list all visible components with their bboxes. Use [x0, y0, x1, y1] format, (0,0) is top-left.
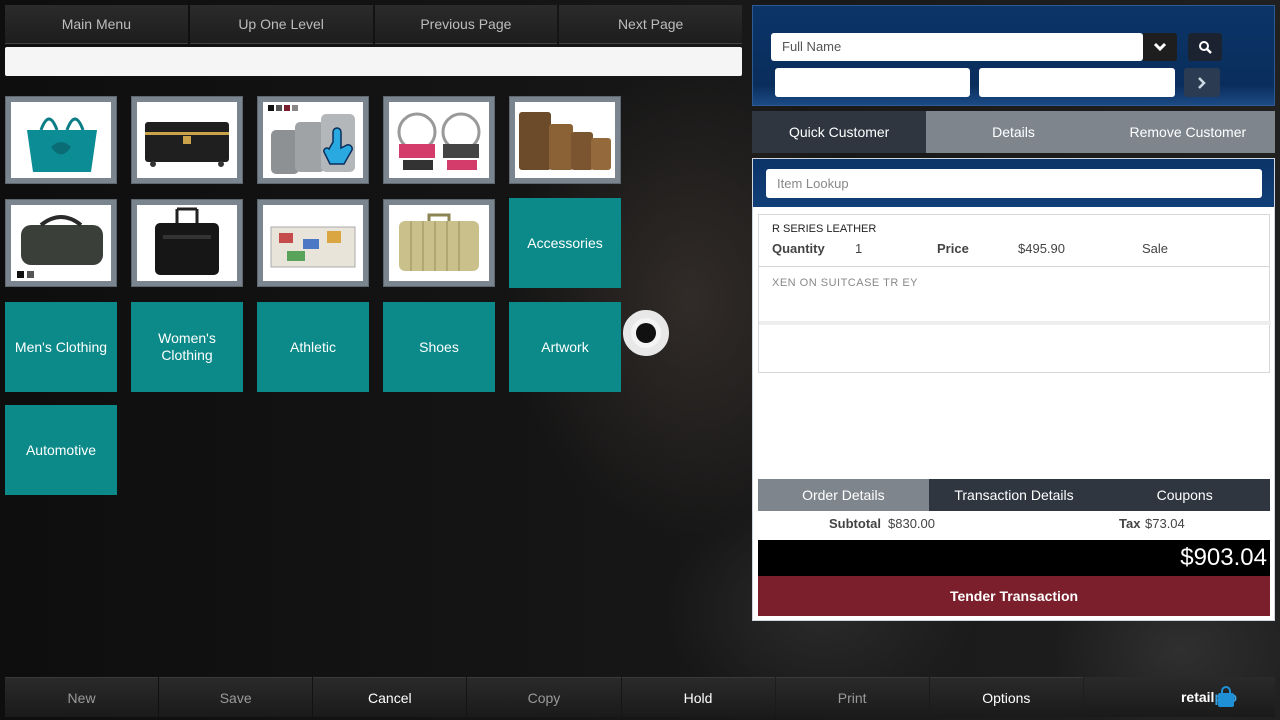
customer-search-field[interactable]: Full Name: [771, 33, 1143, 61]
customer-first-field[interactable]: [775, 68, 970, 97]
price-value: $495.90: [1018, 241, 1065, 256]
black-trunk-image: [137, 102, 237, 178]
product-tile-rolling-briefcase[interactable]: [131, 199, 243, 287]
gold-suitcase-image: [389, 205, 489, 281]
options-button[interactable]: Options: [929, 677, 1083, 717]
product-tile-brown-luggage-set[interactable]: [509, 96, 621, 184]
quantity-label: Quantity: [772, 241, 825, 256]
customer-next-button[interactable]: [1184, 68, 1220, 97]
totals-row: Subtotal $830.00 Tax $73.04: [753, 516, 1274, 536]
travel-trunk-image: [263, 205, 363, 281]
line-item[interactable]: R SERIES LEATHER Quantity 1 Price $495.9…: [758, 214, 1270, 267]
tax-value: $73.04: [1145, 516, 1185, 531]
silver-luggage-set-image: [263, 102, 363, 178]
product-tile-gold-suitcase[interactable]: [383, 199, 495, 287]
line-item[interactable]: XEN ON SUITCASE TR EY: [758, 267, 1271, 373]
transaction-panel: Item Lookup R SERIES LEATHER Quantity 1 …: [752, 158, 1275, 621]
tab-order-details[interactable]: Order Details: [758, 479, 929, 511]
copy-button[interactable]: Copy: [467, 677, 621, 717]
item-lookup-bar: Item Lookup: [753, 159, 1274, 207]
previous-page-button[interactable]: Previous Page: [374, 5, 558, 44]
brown-luggage-set-image: [515, 102, 615, 178]
customer-last-field[interactable]: [979, 68, 1175, 97]
customer-tabs: Quick Customer Details Remove Customer: [752, 111, 1275, 153]
product-tile-cable-locks[interactable]: [383, 96, 495, 184]
category-artwork[interactable]: Artwork: [509, 302, 621, 392]
bottom-toolbar: New Save Cancel Copy Hold Print Options …: [5, 677, 1275, 717]
tab-coupons[interactable]: Coupons: [1099, 479, 1271, 511]
chevron-down-icon: [1153, 42, 1167, 52]
print-button[interactable]: Print: [775, 677, 929, 717]
cable-locks-image: [389, 102, 489, 178]
line-type: Sale: [1142, 241, 1169, 256]
top-navigation: Main Menu Up One Level Previous Page Nex…: [5, 5, 742, 44]
save-button[interactable]: Save: [159, 677, 313, 717]
subtotal-label: Subtotal: [829, 516, 881, 531]
category-athletic[interactable]: Athletic: [257, 302, 369, 392]
tab-remove-customer[interactable]: Remove Customer: [1100, 111, 1275, 153]
customer-search-button[interactable]: [1188, 33, 1222, 61]
shopping-bag-icon: [1218, 686, 1234, 707]
tab-quick-customer[interactable]: Quick Customer: [752, 111, 927, 153]
new-button[interactable]: New: [5, 677, 159, 717]
search-field-dropdown-button[interactable]: [1143, 33, 1177, 61]
item-lookup-input[interactable]: Item Lookup: [766, 169, 1262, 198]
retailpro-logo: retailpro: [1083, 677, 1275, 717]
tax-label: Tax: [1119, 516, 1141, 531]
product-tile-duffel-bag[interactable]: [5, 199, 117, 287]
price-label: Price: [937, 241, 969, 256]
search-icon: [1199, 41, 1212, 54]
category-accessories[interactable]: Accessories: [509, 198, 621, 288]
grand-total: $903.04: [758, 540, 1270, 576]
main-menu-button[interactable]: Main Menu: [5, 5, 188, 44]
line-item-name: XEN ON SUITCASE TR EY: [772, 277, 918, 289]
duffel-bag-image: [11, 205, 111, 281]
cancel-button[interactable]: Cancel: [313, 677, 467, 717]
category-automotive[interactable]: Automotive: [5, 405, 117, 495]
line-item-divider: [759, 321, 1271, 325]
line-item-name: R SERIES LEATHER: [772, 223, 877, 235]
product-tile-travel-trunk[interactable]: [257, 199, 369, 287]
breadcrumb-bar: [5, 47, 742, 76]
rolling-briefcase-image: [137, 205, 237, 281]
order-tabs: Order Details Transaction Details Coupon…: [758, 479, 1271, 511]
chevron-right-icon: [1198, 76, 1206, 89]
category-shoes[interactable]: Shoes: [383, 302, 495, 392]
quantity-value: 1: [855, 241, 863, 256]
category-womens-clothing[interactable]: Women's Clothing: [131, 302, 243, 392]
customer-search-panel: Full Name: [752, 5, 1275, 106]
product-tile-silver-luggage-set[interactable]: [257, 96, 369, 184]
subtotal-value: $830.00: [888, 516, 935, 531]
next-page-button[interactable]: Next Page: [559, 5, 742, 44]
hold-button[interactable]: Hold: [621, 677, 775, 717]
product-tile-teal-tote[interactable]: [5, 96, 117, 184]
tender-transaction-button[interactable]: Tender Transaction: [758, 576, 1270, 616]
up-one-level-button[interactable]: Up One Level: [189, 5, 373, 44]
ear-gauge-decoration: [623, 310, 669, 356]
logo-retail-text: retail: [1180, 689, 1215, 705]
teal-tote-bag-image: [11, 102, 111, 178]
category-mens-clothing[interactable]: Men's Clothing: [5, 302, 117, 392]
tab-details[interactable]: Details: [926, 111, 1101, 153]
product-tile-black-trunk[interactable]: [131, 96, 243, 184]
tab-transaction-details[interactable]: Transaction Details: [928, 479, 1100, 511]
